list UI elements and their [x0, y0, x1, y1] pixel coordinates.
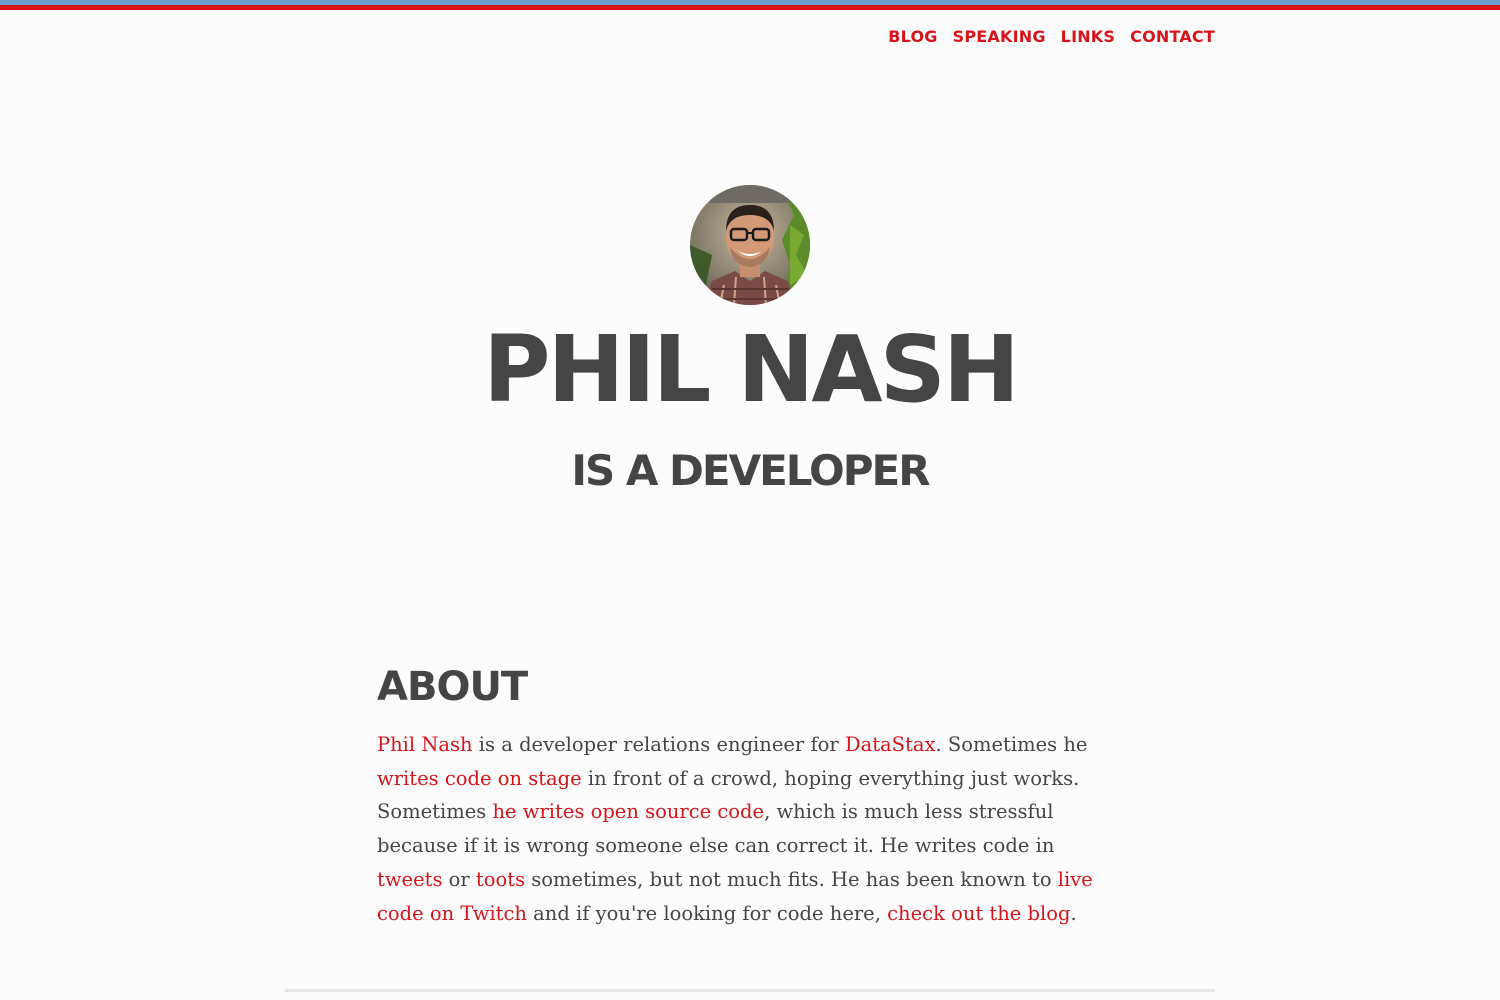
about-text-segment: sometimes, but not much fits. He has bee…	[525, 867, 1058, 891]
link-datastax[interactable]: DataStax	[845, 733, 936, 756]
about-text-segment: and if you're looking for code here,	[526, 901, 888, 925]
link-writes-code-on-stage[interactable]: writes code on stage	[377, 767, 582, 790]
top-stripe-red	[0, 5, 1500, 10]
about-text-segment: is a developer relations engineer for	[472, 733, 845, 756]
nav-link-blog[interactable]: BLOG	[888, 26, 937, 48]
about-heading: ABOUT	[377, 664, 528, 710]
link-phil-nash[interactable]: Phil Nash	[377, 733, 473, 756]
section-divider	[285, 989, 1215, 992]
link-open-source-code[interactable]: he writes open source code	[492, 800, 764, 823]
main-nav: BLOG SPEAKING LINKS CONTACT	[888, 26, 1215, 48]
link-toots[interactable]: toots	[476, 868, 525, 891]
nav-link-contact[interactable]: CONTACT	[1130, 26, 1215, 48]
avatar	[690, 185, 810, 305]
about-text-segment: . Sometimes he	[935, 733, 1088, 756]
hero-name: PHIL NASH	[483, 316, 1020, 423]
nav-link-links[interactable]: LINKS	[1061, 26, 1115, 48]
hero-tagline: IS A DEVELOPER	[571, 446, 930, 495]
link-tweets[interactable]: tweets	[377, 868, 442, 891]
about-text-segment: .	[1070, 901, 1077, 925]
profile-photo-icon	[690, 185, 810, 305]
about-paragraph: Phil Nash is a developer relations engin…	[377, 728, 1123, 930]
nav-link-speaking[interactable]: SPEAKING	[953, 26, 1046, 48]
link-check-out-blog[interactable]: check out the blog	[887, 902, 1070, 925]
about-text-segment: or	[442, 867, 476, 891]
top-stripe	[0, 0, 1500, 10]
